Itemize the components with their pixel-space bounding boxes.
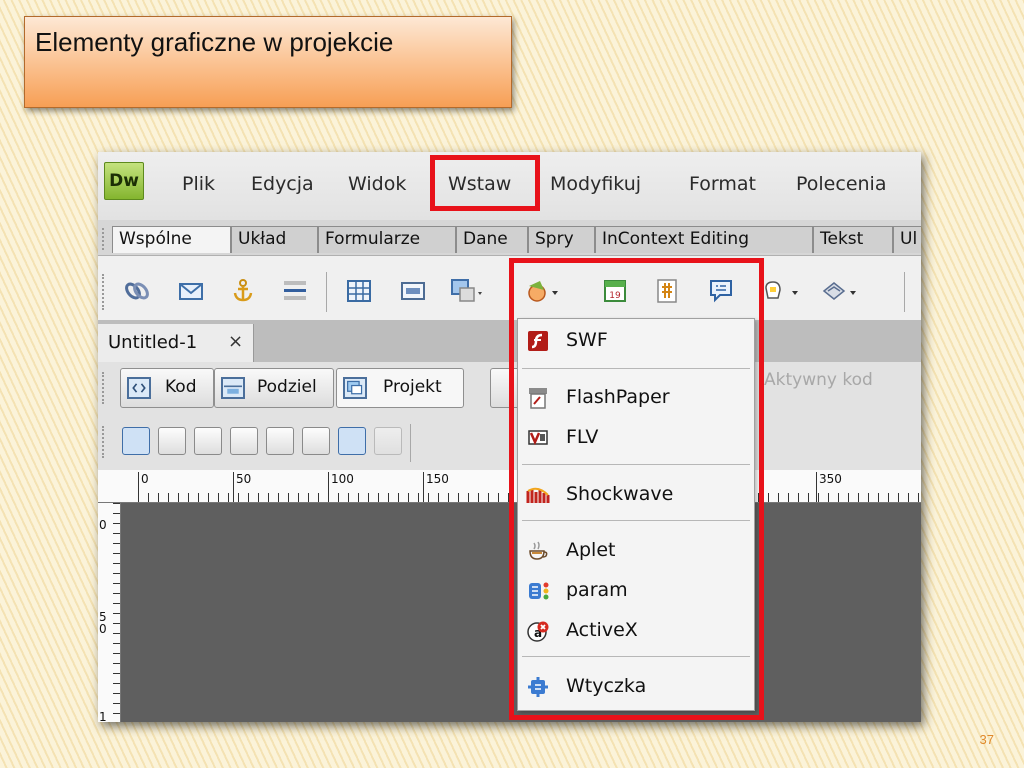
split-view-button[interactable]: Podziel [214, 368, 334, 408]
tab-uklad[interactable]: Układ [231, 226, 318, 253]
tab-formularze[interactable]: Formularze [318, 226, 456, 253]
disabled-view-icon [374, 427, 402, 455]
images-icon[interactable] [450, 278, 484, 304]
toolbar-separator [410, 424, 411, 462]
screen-icon[interactable] [338, 427, 366, 455]
vertical-ruler-ticks [113, 503, 120, 722]
ruler-major-tick [233, 472, 234, 502]
menu-modyfikuj[interactable]: Modyfikuj [550, 173, 641, 195]
menu-widok[interactable]: Widok [348, 173, 406, 195]
ruler-major-tick [138, 472, 139, 502]
menu-plik[interactable]: Plik [182, 173, 215, 195]
document-tab[interactable]: Untitled-1 × [98, 324, 254, 362]
page-layout-icon[interactable] [122, 427, 150, 455]
design-view-icon [343, 377, 367, 399]
toolbar-separator [904, 272, 905, 312]
table-icon[interactable] [346, 278, 372, 304]
dreamweaver-logo: Dw [104, 162, 144, 200]
hyperlink-icon[interactable] [124, 278, 150, 304]
print-icon[interactable] [158, 427, 186, 455]
tab-spry[interactable]: Spry [528, 226, 595, 253]
script-icon[interactable] [820, 278, 860, 304]
ruler-major-tick [423, 472, 424, 502]
toolbar-separator [326, 272, 327, 312]
document-tab-label: Untitled-1 [108, 332, 198, 353]
vertical-ruler-label: 0 [99, 518, 107, 532]
ruler-label: 50 [236, 472, 252, 486]
vertical-ruler-label: 1 [99, 710, 107, 722]
design-view-label: Projekt [383, 377, 442, 397]
toolbar-grip[interactable] [102, 274, 108, 310]
split-view-label: Podziel [257, 377, 317, 397]
panel-grip[interactable] [102, 228, 108, 250]
ruler-label: 100 [331, 472, 354, 486]
code-view-button[interactable]: Kod [120, 368, 214, 408]
tab-ul[interactable]: Ul [893, 226, 921, 253]
code-view-icon [127, 377, 151, 399]
ruler-label: 0 [141, 472, 149, 486]
ruler-label: 350 [819, 472, 842, 486]
email-link-icon[interactable] [178, 278, 204, 304]
handheld-icon[interactable] [266, 427, 294, 455]
design-view-button[interactable]: Projekt [336, 368, 464, 408]
mobile-device-icon[interactable] [194, 427, 222, 455]
menu-edycja[interactable]: Edycja [251, 173, 314, 195]
vertical-ruler: 0 5 0 1 [98, 503, 121, 722]
tab-tekst[interactable]: Tekst [813, 226, 893, 253]
tab-dane[interactable]: Dane [456, 226, 528, 253]
insert-div-icon[interactable] [400, 278, 426, 304]
television-icon[interactable] [302, 427, 330, 455]
horizontal-rule-icon[interactable] [282, 278, 308, 304]
slide-title: Elementy graficzne w projekcie [35, 27, 394, 57]
code-view-label: Kod [165, 377, 197, 397]
close-icon[interactable]: × [228, 331, 243, 352]
highlight-wstaw-menu [430, 155, 540, 211]
insert-panel-tabs: Wspólne Układ Formularze Dane Spry InCon… [98, 220, 921, 256]
ruler-label: 150 [426, 472, 449, 486]
docbar-grip[interactable] [102, 372, 108, 404]
menu-format[interactable]: Format [689, 173, 756, 195]
slide-title-box: Elementy graficzne w projekcie [24, 16, 512, 108]
split-view-icon [221, 377, 245, 399]
named-anchor-icon[interactable] [230, 278, 256, 304]
ruler-major-tick [328, 472, 329, 502]
live-code-button[interactable]: Aktywny kod [764, 370, 873, 390]
visualbar-grip[interactable] [102, 426, 108, 458]
highlight-media-dropdown [509, 258, 764, 720]
ruler-major-tick [816, 472, 817, 502]
menu-polecenia[interactable]: Polecenia [796, 173, 886, 195]
tab-wspolne[interactable]: Wspólne [112, 226, 231, 253]
tab-incontext-editing[interactable]: InContext Editing [595, 226, 813, 253]
head-icon[interactable] [762, 278, 802, 304]
page-number: 37 [979, 732, 994, 747]
vertical-ruler-label: 5 0 [99, 610, 107, 636]
tv-device-icon[interactable] [230, 427, 258, 455]
